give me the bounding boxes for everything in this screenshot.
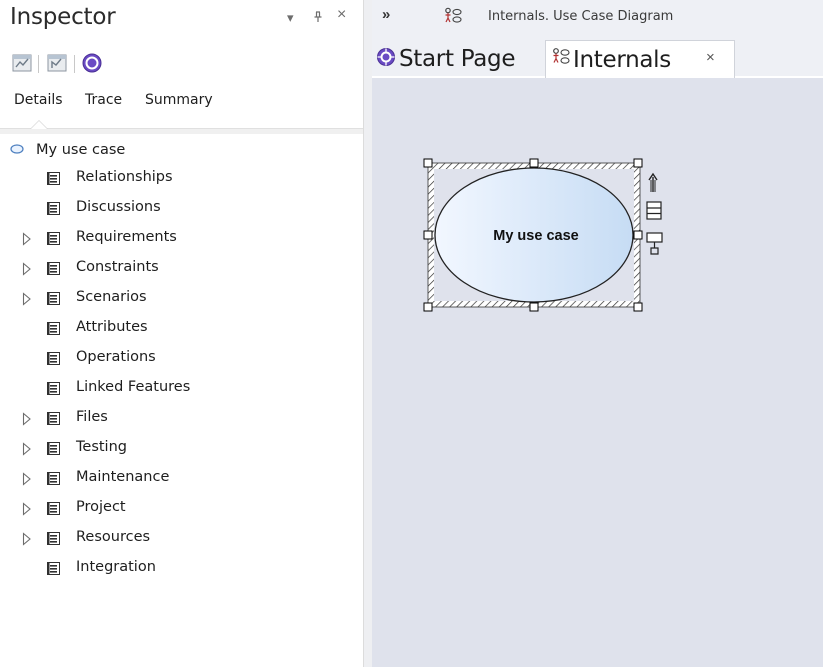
inspector-title: Inspector <box>10 4 116 30</box>
tree-item[interactable]: Testing <box>0 436 363 460</box>
element-menu-icon[interactable] <box>646 201 662 220</box>
section-icon <box>47 442 60 455</box>
section-icon <box>47 232 60 245</box>
use-case-diagram-icon <box>552 47 570 72</box>
diagram-svg <box>423 158 663 312</box>
tree-item-label: Constraints <box>76 259 159 275</box>
diagram-breadcrumb: » Internals. Use Case Diagram <box>372 0 823 36</box>
resize-handle <box>633 158 643 168</box>
help-icon[interactable] <box>81 52 103 74</box>
tab-trace[interactable]: Trace <box>85 92 122 108</box>
tree-item-label: Requirements <box>76 229 177 245</box>
resize-handle <box>529 158 539 168</box>
tab-start-page-label: Start Page <box>399 46 516 72</box>
tree-item-label: Discussions <box>76 199 161 215</box>
section-icon <box>47 292 60 305</box>
section-icon <box>47 472 60 485</box>
tree-item-label: Testing <box>76 439 127 455</box>
resize-handle <box>423 302 433 312</box>
expand-arrow-icon[interactable] <box>22 502 32 516</box>
tree-root-item[interactable]: My use case <box>10 140 125 160</box>
pin-icon[interactable] <box>313 11 323 26</box>
section-icon <box>47 262 60 275</box>
inspector-panel: Inspector ▾ × Details Trace Summary My u… <box>0 0 363 667</box>
tree-item-label: Resources <box>76 529 151 545</box>
section-icon <box>47 352 60 365</box>
section-icon <box>47 322 60 335</box>
use-case-icon <box>10 141 24 159</box>
resize-handle <box>633 302 643 312</box>
resize-handle <box>633 230 643 240</box>
tab-internals-label: Internals <box>573 46 671 73</box>
resize-handle <box>423 230 433 240</box>
tree-item[interactable]: Resources <box>0 526 363 550</box>
tab-summary[interactable]: Summary <box>145 92 213 108</box>
tree-item[interactable]: Integration <box>0 556 363 580</box>
section-icon <box>47 562 60 575</box>
tree-item[interactable]: Scenarios <box>0 286 363 310</box>
tree-item[interactable]: Files <box>0 406 363 430</box>
close-tab-icon[interactable]: × <box>706 49 715 66</box>
tree-item-label: Maintenance <box>76 469 170 485</box>
panel-dropdown-icon[interactable]: ▾ <box>287 11 294 25</box>
inspector-header: Inspector ▾ × <box>0 0 363 38</box>
use-case-diagram-icon <box>444 7 462 30</box>
tree-item[interactable]: Relationships <box>0 166 363 190</box>
tree-item[interactable]: Discussions <box>0 196 363 220</box>
expand-arrow-icon[interactable] <box>22 412 32 426</box>
use-case-label: My use case <box>493 228 579 244</box>
expand-arrow-icon[interactable] <box>22 472 32 486</box>
diagram-icon[interactable] <box>46 52 68 74</box>
expand-arrow-icon[interactable] <box>22 292 32 306</box>
section-icon <box>47 172 60 185</box>
tree-item-label: Integration <box>76 559 156 575</box>
tree-item-label: Attributes <box>76 319 148 335</box>
tab-details[interactable]: Details <box>14 92 63 108</box>
diagram-pane: » Internals. Use Case Diagram Start Page <box>372 0 823 667</box>
tree-item[interactable]: Requirements <box>0 226 363 250</box>
section-icon <box>47 412 60 425</box>
tab-divider <box>0 128 363 134</box>
tree-item-label: Files <box>76 409 108 425</box>
tab-start-page[interactable]: Start Page <box>376 40 515 78</box>
resize-handle <box>423 158 433 168</box>
section-icon <box>47 202 60 215</box>
panel-splitter[interactable] <box>363 0 372 667</box>
tree-item[interactable]: Project <box>0 496 363 520</box>
tree-root-label: My use case <box>36 142 126 158</box>
breadcrumb-text: Internals. Use Case Diagram <box>488 9 674 24</box>
properties-icon[interactable] <box>11 52 33 74</box>
expand-arrow-icon[interactable] <box>22 232 32 246</box>
diagram-canvas[interactable]: My use case <box>372 80 823 667</box>
inspector-tabs: Details Trace Summary <box>0 86 363 134</box>
tree-item[interactable]: Constraints <box>0 256 363 280</box>
expand-arrow-icon[interactable] <box>22 442 32 456</box>
tree-item[interactable]: Operations <box>0 346 363 370</box>
start-page-icon <box>376 47 396 72</box>
tree-item-label: Project <box>76 499 126 515</box>
expand-chevron-icon[interactable]: » <box>382 6 390 23</box>
tree-item[interactable]: Linked Features <box>0 376 363 400</box>
section-icon <box>47 502 60 515</box>
tree-item-label: Scenarios <box>76 289 147 305</box>
tab-internals[interactable]: Internals × <box>545 40 735 78</box>
format-painter-icon[interactable] <box>646 232 663 255</box>
tree-item-label: Relationships <box>76 169 173 185</box>
close-icon[interactable]: × <box>337 7 346 23</box>
section-icon <box>47 382 60 395</box>
section-icon <box>47 532 60 545</box>
quick-link-arrow-icon[interactable] <box>648 172 658 192</box>
tree-item[interactable]: Maintenance <box>0 466 363 490</box>
expand-arrow-icon[interactable] <box>22 532 32 546</box>
expand-arrow-icon[interactable] <box>22 262 32 276</box>
resize-handle <box>529 302 539 312</box>
tree-item[interactable]: Attributes <box>0 316 363 340</box>
tree-item-label: Linked Features <box>76 379 191 395</box>
tree-item-label: Operations <box>76 349 156 365</box>
document-tabstrip: Start Page Internals × <box>372 36 823 78</box>
